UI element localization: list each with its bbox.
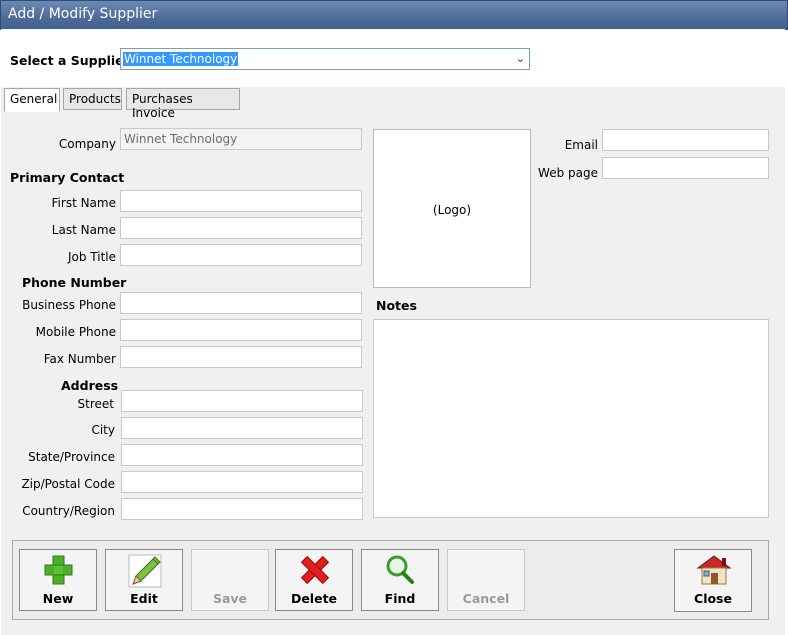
save-button[interactable]: Save xyxy=(191,549,269,611)
job-title-label: Job Title xyxy=(67,250,116,264)
zip-postal-code-label: Zip/Postal Code xyxy=(21,477,115,491)
first-name-field[interactable] xyxy=(120,190,362,212)
last-name-field[interactable] xyxy=(120,217,362,239)
logo-placeholder: (Logo) xyxy=(432,203,472,217)
close-button-label: Close xyxy=(694,591,732,606)
tab-products[interactable]: Products xyxy=(63,88,122,110)
edit-button-label: Edit xyxy=(130,591,158,606)
tab-purchases-invoice[interactable]: Purchases Invoice xyxy=(126,88,240,120)
supplier-dropdown[interactable]: Winnet Technology ⌄ xyxy=(120,48,530,70)
new-button[interactable]: New xyxy=(19,549,97,611)
plus-icon xyxy=(20,554,96,586)
find-button[interactable]: Find xyxy=(361,549,439,611)
notes-label: Notes xyxy=(376,298,417,313)
primary-contact-heading: Primary Contact xyxy=(10,170,125,185)
notes-field[interactable] xyxy=(373,319,769,518)
country-region-label: Country/Region xyxy=(22,504,115,518)
mobile-phone-label: Mobile Phone xyxy=(35,325,116,339)
email-field[interactable] xyxy=(602,129,769,151)
first-name-label: First Name xyxy=(51,196,116,210)
city-label: City xyxy=(91,423,115,437)
company-field[interactable]: Winnet Technology xyxy=(120,128,362,150)
window-title: Add / Modify Supplier xyxy=(8,6,158,22)
state-province-field[interactable] xyxy=(121,444,363,466)
state-province-label: State/Province xyxy=(28,450,115,464)
save-button-label: Save xyxy=(212,591,248,606)
magnifier-icon xyxy=(362,554,438,586)
email-label: Email xyxy=(564,138,598,152)
find-button-label: Find xyxy=(384,591,416,606)
company-field-value: Winnet Technology xyxy=(124,132,238,146)
edit-button[interactable]: Edit xyxy=(105,549,183,611)
company-label: Company xyxy=(58,137,116,151)
web-page-label: Web page xyxy=(538,166,598,180)
delete-x-icon xyxy=(276,554,352,586)
job-title-field[interactable] xyxy=(120,244,362,266)
fax-number-label: Fax Number xyxy=(43,352,116,366)
address-heading: Address xyxy=(61,378,119,393)
phone-number-heading: Phone Number xyxy=(22,275,127,290)
city-field[interactable] xyxy=(121,417,363,439)
window-titlebar: Add / Modify Supplier xyxy=(0,0,788,30)
logo-picture-box[interactable]: (Logo) xyxy=(373,129,531,288)
cancel-button-label: Cancel xyxy=(462,591,510,606)
fax-number-field[interactable] xyxy=(120,346,362,368)
pencil-icon xyxy=(106,554,182,588)
street-field[interactable] xyxy=(121,390,363,412)
close-button[interactable]: Close xyxy=(674,549,752,612)
delete-button-label: Delete xyxy=(290,591,338,606)
web-page-field[interactable] xyxy=(602,157,769,179)
select-supplier-label: Select a Supplier xyxy=(10,53,130,68)
cancel-button[interactable]: Cancel xyxy=(447,549,525,611)
supplier-dropdown-value: Winnet Technology xyxy=(123,52,239,66)
house-icon xyxy=(675,554,751,586)
country-region-field[interactable] xyxy=(121,498,363,520)
zip-postal-code-field[interactable] xyxy=(121,471,363,493)
business-phone-label: Business Phone xyxy=(22,298,116,312)
business-phone-field[interactable] xyxy=(120,292,362,314)
tab-general[interactable]: General xyxy=(4,88,60,112)
new-button-label: New xyxy=(42,591,74,606)
delete-button[interactable]: Delete xyxy=(275,549,353,611)
chevron-down-icon[interactable]: ⌄ xyxy=(516,52,525,65)
mobile-phone-field[interactable] xyxy=(120,319,362,341)
street-label: Street xyxy=(77,397,114,411)
last-name-label: Last Name xyxy=(51,223,116,237)
